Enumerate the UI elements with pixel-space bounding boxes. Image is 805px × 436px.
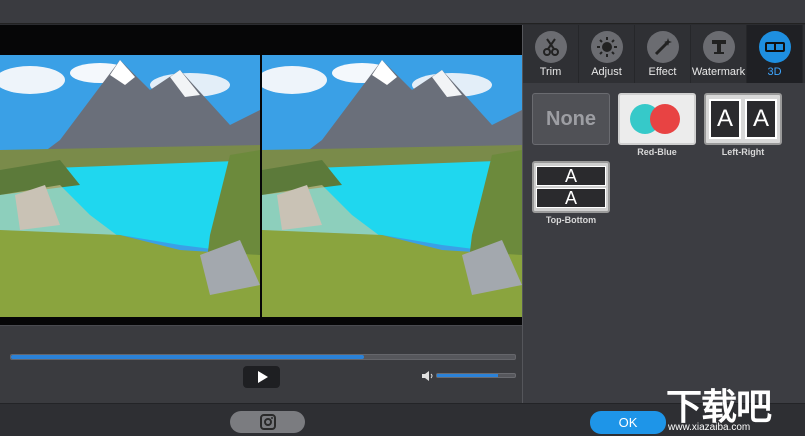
mode-label: Left-Right bbox=[721, 147, 765, 157]
letter-a-top: A bbox=[536, 166, 606, 186]
preview-left-view bbox=[0, 55, 260, 317]
video-editor-window: Trim Adjust Effect Watermark 3D None Red… bbox=[0, 0, 805, 436]
mode-red-blue[interactable]: Red-Blue bbox=[617, 93, 697, 157]
tab-label: Adjust bbox=[591, 66, 622, 78]
camera-icon bbox=[259, 414, 276, 430]
edit-panel: Trim Adjust Effect Watermark 3D None Red… bbox=[522, 25, 805, 403]
progress-bar[interactable] bbox=[10, 354, 516, 360]
edit-tabs: Trim Adjust Effect Watermark 3D bbox=[523, 25, 805, 83]
letter-a-left: A bbox=[709, 99, 741, 139]
mode-top-bottom[interactable]: A A Top-Bottom bbox=[531, 161, 611, 225]
scissors-icon bbox=[534, 31, 567, 63]
tab-adjust[interactable]: Adjust bbox=[579, 25, 635, 83]
snapshot-button[interactable] bbox=[230, 411, 305, 433]
mode-none-thumb: None bbox=[532, 93, 610, 145]
preview-right-view bbox=[262, 55, 522, 317]
tab-3d[interactable]: 3D bbox=[747, 25, 803, 83]
progress-fill bbox=[11, 355, 364, 359]
glasses-3d-icon bbox=[758, 31, 791, 63]
player-controls bbox=[0, 325, 522, 403]
tab-trim[interactable]: Trim bbox=[523, 25, 579, 83]
tab-effect[interactable]: Effect bbox=[635, 25, 691, 83]
tab-label: Effect bbox=[648, 66, 677, 78]
tab-watermark[interactable]: Watermark bbox=[691, 25, 747, 83]
play-icon bbox=[258, 371, 268, 383]
left-right-thumb: A A bbox=[704, 93, 782, 145]
volume-fill bbox=[437, 374, 498, 377]
title-bar bbox=[0, 0, 805, 24]
site-watermark: 下载吧 www.xiazaiba.com bbox=[666, 378, 801, 436]
mode-label: Top-Bottom bbox=[545, 215, 597, 225]
tab-label: 3D bbox=[767, 66, 782, 78]
mode-left-right[interactable]: A A Left-Right bbox=[703, 93, 783, 157]
letter-a-bottom: A bbox=[536, 188, 606, 208]
video-preview bbox=[0, 25, 522, 325]
red-blue-thumb bbox=[618, 93, 696, 145]
red-circle-icon bbox=[650, 104, 680, 134]
mode-none[interactable]: None bbox=[531, 93, 611, 145]
play-button[interactable] bbox=[243, 366, 280, 388]
top-bottom-thumb: A A bbox=[532, 161, 610, 213]
text-t-icon bbox=[702, 31, 735, 63]
tab-label: Watermark bbox=[691, 66, 746, 78]
magic-wand-icon bbox=[646, 31, 679, 63]
sun-icon bbox=[590, 31, 623, 63]
tab-label: Trim bbox=[539, 66, 562, 78]
mode-label: Red-Blue bbox=[637, 147, 677, 157]
ok-button[interactable]: OK bbox=[590, 411, 666, 434]
volume-slider[interactable] bbox=[436, 373, 516, 378]
letter-a-right: A bbox=[745, 99, 777, 139]
landscape-image bbox=[0, 55, 260, 317]
landscape-image bbox=[262, 55, 522, 317]
watermark-url: www.xiazaiba.com bbox=[668, 422, 751, 433]
volume-icon[interactable] bbox=[422, 371, 434, 381]
